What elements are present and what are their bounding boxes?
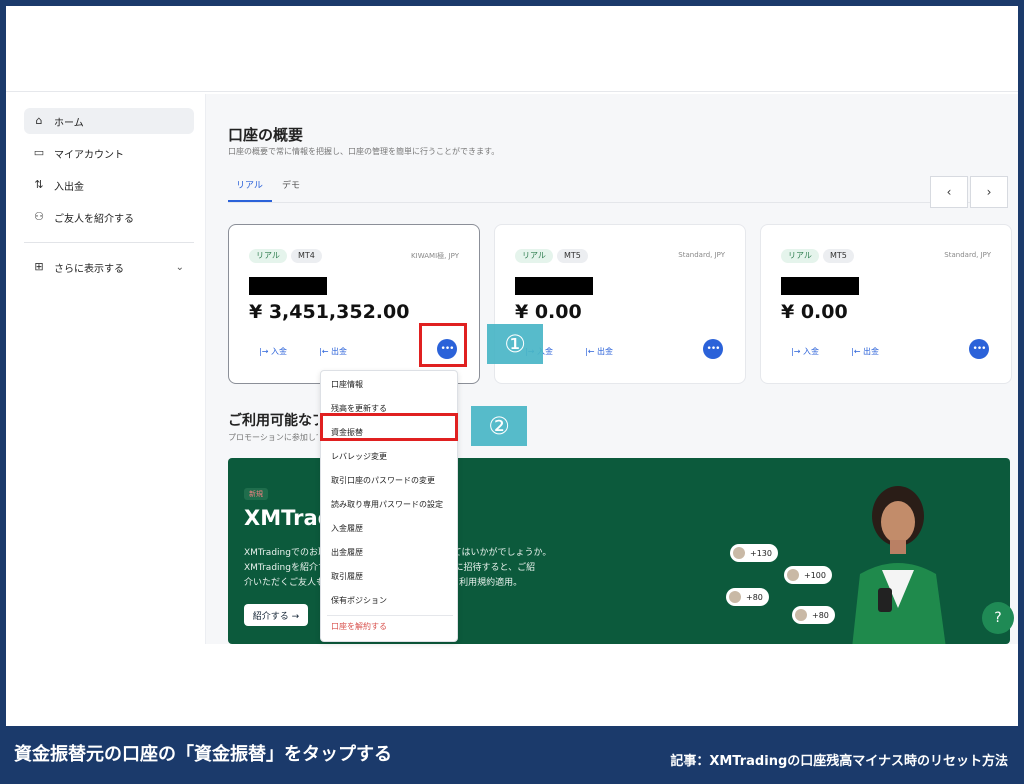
redacted-account-number [249, 277, 327, 295]
redacted-account-number [781, 277, 859, 295]
menu-item-close-account[interactable]: 口座を解約する [331, 621, 387, 632]
deposit-icon: |→ [259, 347, 271, 356]
reward-pill: +80 [792, 606, 835, 624]
menu-item-deposit-history[interactable]: 入金履歴 [331, 523, 363, 534]
transfer-arrows-icon: ⇅ [34, 178, 44, 191]
tab-real[interactable]: リアル [236, 178, 263, 191]
account-type: Standard, JPY [944, 251, 991, 259]
withdraw-icon: |← [585, 347, 597, 356]
platform-badge: MT5 [557, 249, 588, 263]
account-type: Standard, JPY [678, 251, 725, 259]
next-button[interactable]: › [970, 176, 1008, 208]
more-options-button[interactable]: ••• [703, 339, 723, 359]
chevron-down-icon: ⌄ [175, 261, 184, 273]
deposit-icon: |→ [791, 347, 803, 356]
deposit-link[interactable]: |→ 入金 [791, 346, 819, 357]
account-card: リアル MT5 Standard, JPY ¥ 0.00 |→ 入金 |← 出金… [760, 224, 1012, 384]
sidebar-item-label: さらに表示する [54, 263, 124, 275]
account-balance: ¥ 0.00 [781, 301, 848, 323]
menu-item-change-leverage[interactable]: レバレッジ変更 [331, 451, 387, 462]
home-icon: ⌂ [35, 114, 43, 127]
menu-item-readonly-password[interactable]: 読み取り専用パスワードの設定 [331, 499, 443, 510]
sidebar-item-label: ご友人を紹介する [54, 213, 134, 225]
step-2-marker: ② [471, 406, 527, 446]
card-icon: ▭ [33, 146, 45, 159]
menu-divider [327, 615, 453, 616]
chevron-left-icon: ‹ [946, 185, 952, 199]
sidebar: ⌂ ホーム ▭ マイアカウント ⇅ 入出金 ⚇ ご友人を紹介する ⊞ さらに表示… [18, 94, 206, 644]
avatar [729, 591, 741, 603]
account-balance: ¥ 3,451,352.00 [249, 301, 410, 323]
highlight-fund-transfer [320, 413, 458, 441]
more-options-button[interactable]: ••• [969, 339, 989, 359]
account-badge-real: リアル [781, 249, 819, 263]
sidebar-divider [24, 242, 194, 243]
promotions-title: ご利用可能なプロモーション [228, 413, 318, 429]
account-type: KIWAMI極, JPY [411, 252, 459, 260]
sidebar-item-deposit-withdraw[interactable]: ⇅ 入出金 [24, 172, 194, 198]
caption-bar: 資金振替元の口座の「資金振替」をタップする 記事：XMTradingの口座残高マ… [0, 726, 1024, 784]
platform-badge: MT5 [823, 249, 854, 263]
promotions-subtitle: プロモーションに参加して特典を受け取りましょう [228, 433, 318, 442]
withdraw-icon: |← [319, 347, 331, 356]
account-badge-real: リアル [515, 249, 553, 263]
reward-pill: +80 [726, 588, 769, 606]
menu-item-trade-history[interactable]: 取引履歴 [331, 571, 363, 582]
sidebar-item-refer-friend[interactable]: ⚇ ご友人を紹介する [24, 204, 194, 230]
sidebar-item-show-more[interactable]: ⊞ さらに表示する ⌄ [24, 254, 194, 280]
avatar [795, 609, 807, 621]
woman-with-phone-illustration [852, 486, 946, 644]
withdraw-link[interactable]: |← 出金 [585, 346, 613, 357]
account-options-menu: 口座情報 残高を更新する 資金振替 レバレッジ変更 取引口座のパスワードの変更 … [320, 370, 458, 642]
menu-item-account-info[interactable]: 口座情報 [331, 379, 363, 390]
chevron-right-icon: › [986, 185, 992, 199]
menu-item-change-password[interactable]: 取引口座のパスワードの変更 [331, 475, 435, 486]
sidebar-item-my-account[interactable]: ▭ マイアカウント [24, 140, 194, 166]
help-button[interactable]: ? [982, 602, 1014, 634]
withdraw-icon: |← [851, 347, 863, 356]
withdraw-link[interactable]: |← 出金 [319, 346, 347, 357]
avatar [733, 547, 745, 559]
reward-pill: +100 [784, 566, 832, 584]
page-subtitle: 口座の概要で常に情報を把握し、口座の管理を簡単に行うことができます。 [228, 147, 500, 156]
caption-article: 記事：XMTradingの口座残高マイナス時のリセット方法 [670, 754, 1008, 769]
menu-item-open-positions[interactable]: 保有ポジション [331, 595, 387, 606]
tab-demo[interactable]: デモ [282, 178, 300, 191]
tab-divider [228, 202, 1008, 203]
caption-instruction: 資金振替元の口座の「資金振替」をタップする [14, 744, 392, 765]
sidebar-item-home[interactable]: ⌂ ホーム [24, 108, 194, 134]
avatar [787, 569, 799, 581]
page-title: 口座の概要 [228, 126, 304, 144]
top-bar [6, 6, 1018, 92]
menu-item-withdraw-history[interactable]: 出金履歴 [331, 547, 363, 558]
step-1-marker: ① [487, 324, 543, 364]
sidebar-item-label: マイアカウント [54, 149, 124, 161]
grid-icon: ⊞ [34, 260, 44, 273]
deposit-link[interactable]: |→ 入金 [259, 346, 287, 357]
question-icon: ? [994, 610, 1002, 626]
users-icon: ⚇ [34, 210, 44, 223]
tab-active-indicator [228, 200, 272, 202]
highlight-more-button [419, 323, 467, 367]
prev-button[interactable]: ‹ [930, 176, 968, 208]
withdraw-link[interactable]: |← 出金 [851, 346, 879, 357]
new-badge: 新規 [244, 488, 268, 500]
account-badge-real: リアル [249, 249, 287, 263]
account-balance: ¥ 0.00 [515, 301, 582, 323]
sidebar-item-label: ホーム [54, 117, 84, 129]
sidebar-item-label: 入出金 [54, 181, 84, 193]
refer-button[interactable]: 紹介する → [244, 604, 308, 626]
screenshot-frame: ⌂ ホーム ▭ マイアカウント ⇅ 入出金 ⚇ ご友人を紹介する ⊞ さらに表示… [6, 6, 1018, 726]
platform-badge: MT4 [291, 249, 322, 263]
redacted-account-number [515, 277, 593, 295]
reward-pill: +130 [730, 544, 778, 562]
